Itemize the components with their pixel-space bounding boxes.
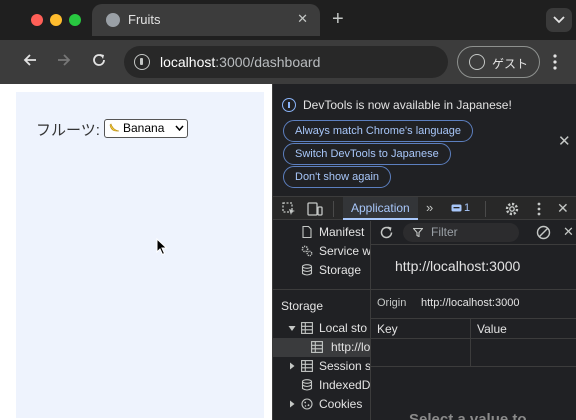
- devtools-pane: DevTools is now available in Japanese! A…: [272, 84, 576, 420]
- infobar-message: DevTools is now available in Japanese!: [303, 98, 512, 112]
- sidebar-item-manifest[interactable]: Manifest: [273, 223, 371, 242]
- match-chrome-language-button[interactable]: Always match Chrome's language: [283, 120, 473, 142]
- back-icon[interactable]: [22, 52, 38, 68]
- delete-selected-icon[interactable]: ✕: [563, 224, 574, 240]
- gear-icon[interactable]: [504, 201, 520, 217]
- column-header-key[interactable]: Key: [377, 322, 398, 336]
- table-icon: [301, 322, 313, 334]
- tab-bar: Fruits ✕ +: [0, 0, 576, 40]
- close-icon[interactable]: ✕: [558, 132, 571, 150]
- origin-label: Origin: [377, 297, 407, 309]
- cookie-icon: [301, 398, 313, 410]
- sidebar-item-storage[interactable]: Storage: [273, 261, 371, 280]
- new-tab-button[interactable]: +: [332, 8, 344, 30]
- profile-label: ゲスト: [492, 57, 529, 71]
- dont-show-again-button[interactable]: Don't show again: [283, 166, 392, 188]
- origin-heading: http://localhost:3000: [395, 258, 521, 274]
- info-icon: [282, 98, 296, 112]
- devtools-tab-bar: Application » 1 ✕: [273, 196, 576, 220]
- sidebar-item-cookies[interactable]: Cookies: [273, 395, 371, 414]
- browser-tab[interactable]: Fruits ✕: [92, 4, 320, 36]
- collapsed-triangle-icon[interactable]: [288, 398, 296, 410]
- tab-title: Fruits: [128, 12, 161, 27]
- table-icon: [311, 341, 323, 353]
- forward-icon[interactable]: [56, 52, 72, 68]
- issues-count: 1: [464, 202, 471, 214]
- sidebar-item-label: IndexedD: [319, 378, 371, 392]
- sidebar-item-local-storage-origin[interactable]: http://lo: [273, 338, 371, 357]
- clear-all-icon[interactable]: [536, 225, 551, 240]
- page-viewport: フルーツ: Banana: [0, 84, 272, 420]
- device-toolbar-icon[interactable]: [307, 202, 323, 216]
- empty-selection-message: Select a value to: [409, 411, 527, 420]
- filter-icon: [413, 228, 423, 237]
- more-tabs-icon[interactable]: »: [426, 200, 433, 215]
- reload-icon[interactable]: [91, 52, 107, 68]
- close-icon[interactable]: ✕: [297, 11, 308, 27]
- chevron-down-icon: [553, 16, 565, 24]
- address-url: localhost:3000/dashboard: [160, 54, 321, 70]
- chevron-down-icon: [175, 125, 184, 131]
- database-icon: [301, 379, 313, 391]
- sidebar-item-label: Cookies: [319, 397, 363, 411]
- banana-emoji-icon: [109, 123, 120, 132]
- more-vert-icon[interactable]: [537, 202, 541, 216]
- mouse-cursor-icon: [156, 238, 168, 256]
- address-bar[interactable]: localhost:3000/dashboard: [124, 46, 448, 78]
- sidebar-item-label: Service w: [319, 244, 371, 258]
- refresh-icon[interactable]: [379, 225, 394, 240]
- tab-application[interactable]: Application: [343, 197, 418, 220]
- table-icon: [301, 360, 313, 372]
- site-info-icon[interactable]: [134, 54, 150, 70]
- toolbar-divider: [333, 201, 334, 217]
- issues-icon[interactable]: [451, 204, 462, 214]
- window-maximize-button[interactable]: [69, 14, 81, 26]
- filter-input[interactable]: Filter: [403, 223, 519, 242]
- fruit-select-value: Banana: [123, 121, 165, 135]
- origin-row: Origin http://localhost:3000: [371, 289, 576, 319]
- column-header-value[interactable]: Value: [477, 322, 507, 336]
- document-icon: [302, 226, 312, 238]
- more-vert-icon[interactable]: [553, 54, 557, 70]
- switch-to-japanese-button[interactable]: Switch DevTools to Japanese: [283, 143, 451, 165]
- dashboard-panel: フルーツ: Banana: [16, 92, 264, 418]
- window-close-button[interactable]: [31, 14, 43, 26]
- column-divider: [470, 319, 471, 367]
- inspect-element-icon[interactable]: [282, 202, 296, 216]
- fruit-select[interactable]: Banana: [104, 119, 188, 138]
- sidebar-item-label: Manifest: [319, 225, 365, 239]
- sidebar-section-storage: Storage: [281, 299, 324, 313]
- storage-toolbar: Filter ✕: [371, 221, 576, 245]
- sidebar-item-session-storage[interactable]: Session s: [273, 357, 371, 376]
- sidebar-item-service-workers[interactable]: Service w: [273, 242, 371, 261]
- sidebar-item-local-storage[interactable]: Local sto: [273, 319, 371, 338]
- sidebar-item-label: Storage: [319, 263, 362, 277]
- globe-icon: [106, 13, 120, 27]
- sidebar-item-indexeddb[interactable]: IndexedD: [273, 376, 371, 395]
- browser-toolbar: localhost:3000/dashboard ゲスト: [0, 40, 576, 84]
- language-infobar: DevTools is now available in Japanese! A…: [273, 84, 576, 192]
- tab-search-button[interactable]: [546, 8, 572, 32]
- toolbar-divider: [485, 201, 486, 217]
- sidebar-divider: [273, 289, 371, 290]
- collapsed-triangle-icon[interactable]: [288, 360, 296, 372]
- profile-button[interactable]: ゲスト: [457, 46, 540, 78]
- fruit-label: フルーツ:: [36, 122, 100, 139]
- expanded-triangle-icon[interactable]: [288, 322, 296, 334]
- sidebar-item-label: Session s: [319, 359, 371, 373]
- sidebar-item-label: Local sto: [319, 321, 368, 335]
- local-storage-panel: Filter ✕ http://localhost:3000 Origin ht…: [370, 221, 576, 420]
- filter-placeholder: Filter: [431, 225, 458, 239]
- close-devtools-icon[interactable]: ✕: [557, 200, 569, 217]
- storage-table-header: Key Value: [371, 319, 576, 339]
- origin-value: http://localhost:3000: [421, 297, 520, 309]
- gears-icon: [301, 245, 313, 257]
- window-minimize-button[interactable]: [50, 14, 62, 26]
- table-row[interactable]: [371, 339, 576, 367]
- application-sidebar: Manifest Service w Storage Storage Local…: [273, 221, 371, 420]
- database-icon: [301, 264, 313, 276]
- sidebar-item-label: http://lo: [331, 340, 371, 354]
- profile-icon: [469, 54, 485, 70]
